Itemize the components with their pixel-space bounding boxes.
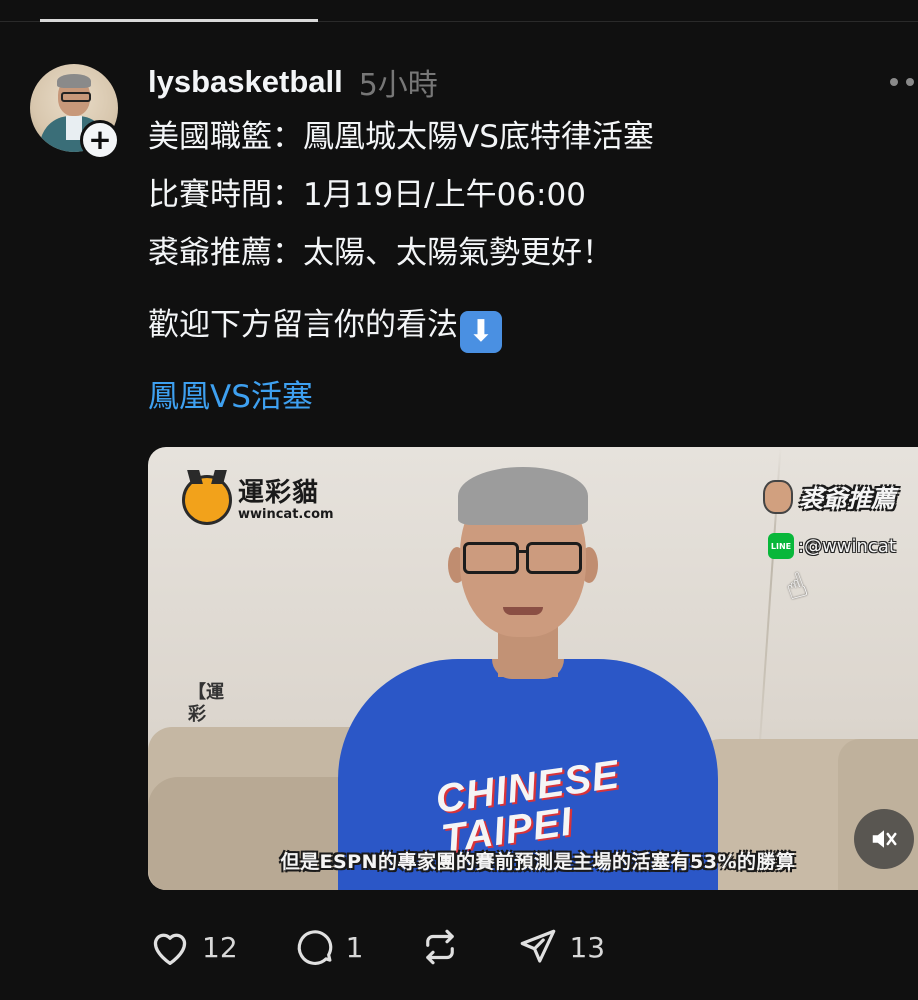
wwincat-logo: 運彩貓 wwincat.com bbox=[182, 475, 334, 525]
share-count: 13 bbox=[569, 930, 606, 964]
line-id: :@wwincat bbox=[798, 535, 896, 557]
pointing-hand-icon: ☝ bbox=[779, 564, 813, 610]
avatar-hair bbox=[57, 74, 91, 88]
heart-icon bbox=[153, 933, 187, 965]
logo-url: wwincat.com bbox=[238, 507, 334, 522]
post-line-matchup: 美國職籃：鳳凰城太陽VS底特律活塞 bbox=[148, 119, 654, 155]
like-count: 12 bbox=[202, 930, 238, 964]
follow-plus-icon[interactable]: + bbox=[80, 120, 120, 160]
line-app-icon: LINE bbox=[768, 533, 794, 559]
more-dot bbox=[890, 78, 898, 86]
recommendation-badge: 裘爺推薦 bbox=[763, 479, 895, 514]
post-line-prompt: 歡迎下方留言你的看法 ⬇ bbox=[148, 296, 908, 354]
post-header: lysbasketball 5小時 bbox=[148, 58, 438, 106]
post-link[interactable]: 鳳凰VS活塞 bbox=[148, 372, 908, 422]
person-shirt-collar bbox=[492, 659, 564, 679]
post-time: 5小時 bbox=[358, 68, 438, 103]
send-paper-plane-icon bbox=[521, 929, 556, 963]
cartoon-face-icon bbox=[763, 479, 793, 514]
post-actions: 12 1 13 bbox=[148, 922, 661, 972]
side-vertical-label: 【運彩 bbox=[188, 682, 224, 725]
post-body: 美國職籃：鳳凰城太陽VS底特律活塞 比賽時間：1月19日/上午06:00 裘爺推… bbox=[148, 108, 908, 422]
post-line-time: 比賽時間：1月19日/上午06:00 bbox=[148, 177, 586, 213]
post-line-pick: 裘爺推薦：太陽、太陽氣勢更好！ bbox=[148, 235, 613, 271]
video-player[interactable]: CHINESE TAIPEI 運彩貓 wwincat.com 【運彩 裘爺推薦 … bbox=[148, 447, 918, 890]
like-button[interactable]: 12 bbox=[148, 927, 238, 967]
avatar-glasses bbox=[61, 92, 91, 102]
reply-count: 1 bbox=[345, 930, 364, 964]
share-button[interactable]: 13 bbox=[517, 926, 605, 968]
prompt-text: 歡迎下方留言你的看法 bbox=[148, 307, 458, 343]
video-subtitle: 但是ESPN的專家團的賽前預測是主場的活塞有53%的勝算 bbox=[280, 851, 796, 873]
comment-bubble-icon bbox=[297, 930, 332, 965]
username[interactable]: lysbasketball bbox=[148, 64, 343, 100]
repost-icon bbox=[426, 929, 455, 965]
top-bar bbox=[0, 0, 918, 24]
more-dot bbox=[906, 78, 914, 86]
repost-button[interactable] bbox=[419, 926, 461, 968]
line-contact: LINE :@wwincat bbox=[768, 533, 896, 559]
tab-indicator bbox=[40, 19, 318, 22]
down-arrow-emoji-icon: ⬇ bbox=[460, 311, 502, 353]
person-mouth bbox=[503, 607, 543, 615]
logo-text: 運彩貓 wwincat.com bbox=[238, 478, 334, 522]
speaker-muted-icon bbox=[872, 830, 897, 848]
mute-button[interactable] bbox=[854, 809, 914, 869]
reply-button[interactable]: 1 bbox=[294, 926, 364, 968]
logo-name: 運彩貓 bbox=[238, 478, 320, 508]
glasses-bridge bbox=[516, 550, 528, 553]
person-hair bbox=[458, 467, 588, 525]
glasses-left-lens bbox=[463, 542, 519, 574]
more-options-icon[interactable] bbox=[890, 78, 914, 86]
recommendation-title: 裘爺推薦 bbox=[799, 485, 895, 513]
cat-logo-icon bbox=[182, 475, 232, 525]
glasses-right-lens bbox=[526, 542, 582, 574]
